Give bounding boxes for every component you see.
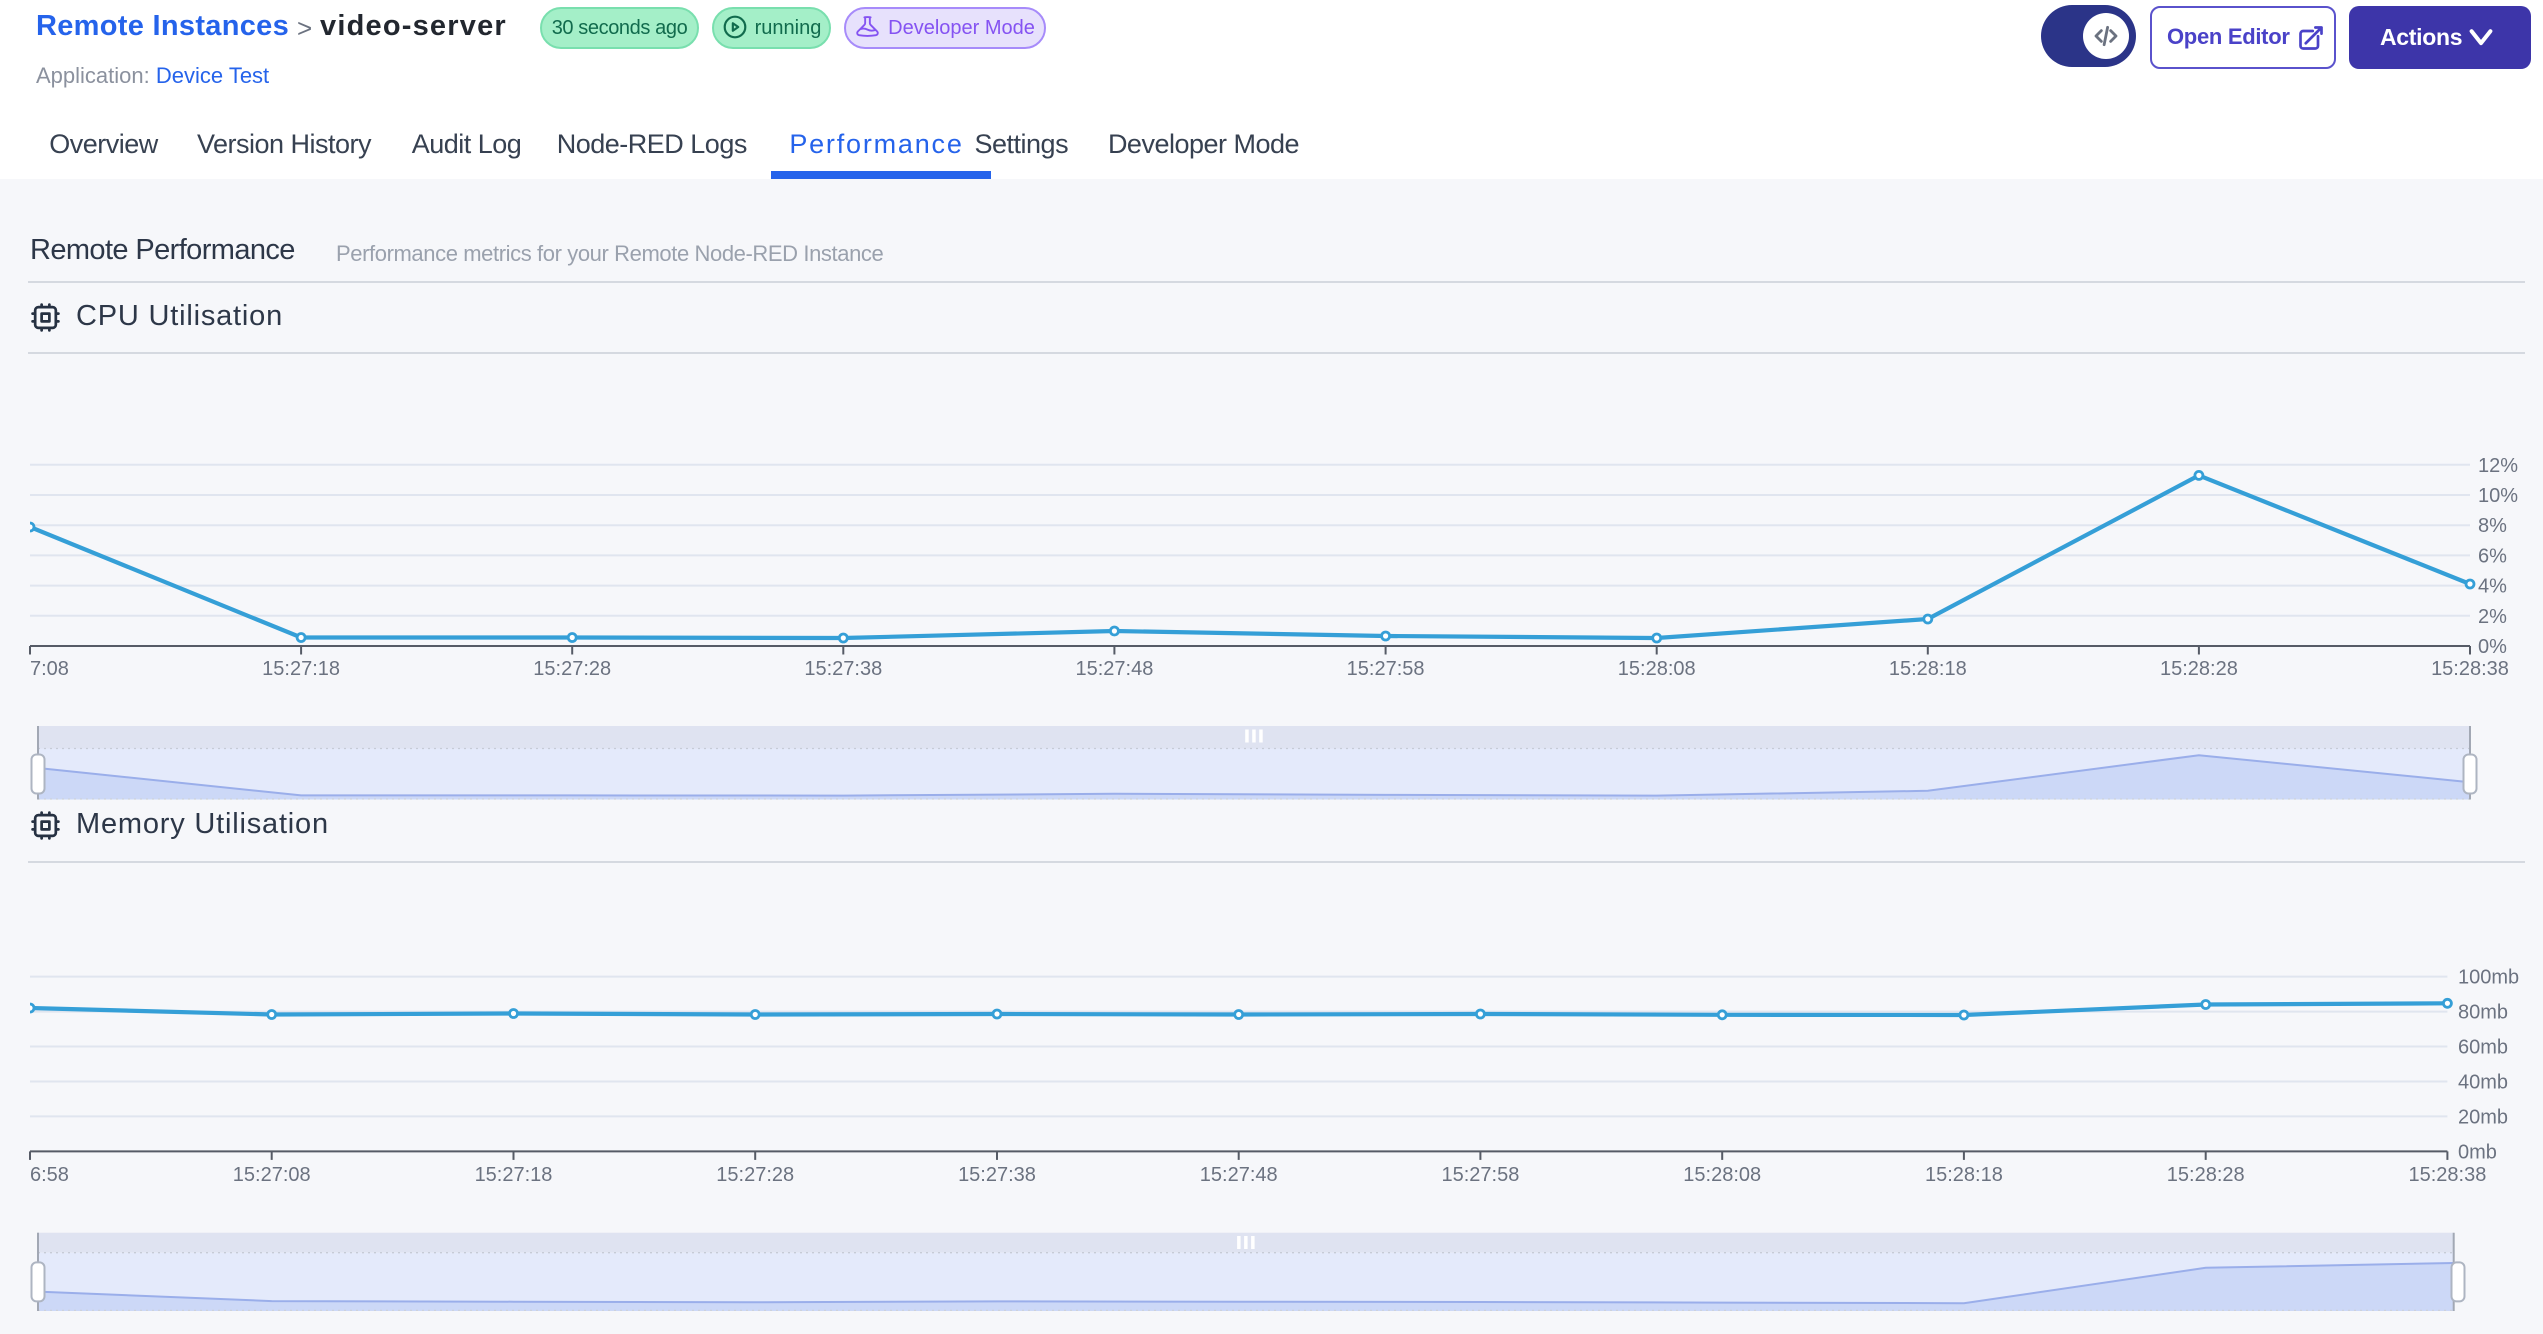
svg-text:80mb: 80mb bbox=[2458, 1002, 2508, 1024]
svg-text:15:27:18: 15:27:18 bbox=[475, 1164, 553, 1186]
svg-text:12%: 12% bbox=[2478, 455, 2518, 477]
svg-text:0mb: 0mb bbox=[2458, 1141, 2497, 1163]
svg-text:7:08: 7:08 bbox=[30, 658, 69, 680]
svg-text:8%: 8% bbox=[2478, 515, 2507, 537]
svg-text:15:28:18: 15:28:18 bbox=[1889, 658, 1967, 680]
svg-text:15:27:38: 15:27:38 bbox=[804, 658, 882, 680]
svg-text:6%: 6% bbox=[2478, 545, 2507, 567]
svg-text:15:27:18: 15:27:18 bbox=[262, 658, 340, 680]
svg-text:15:27:08: 15:27:08 bbox=[233, 1164, 311, 1186]
svg-text:15:27:38: 15:27:38 bbox=[958, 1164, 1036, 1186]
svg-text:6:58: 6:58 bbox=[30, 1164, 69, 1186]
svg-text:15:28:38: 15:28:38 bbox=[2408, 1164, 2486, 1186]
svg-text:15:28:08: 15:28:08 bbox=[1618, 658, 1696, 680]
svg-text:40mb: 40mb bbox=[2458, 1072, 2508, 1094]
svg-text:15:28:28: 15:28:28 bbox=[2160, 658, 2238, 680]
svg-text:15:27:28: 15:27:28 bbox=[533, 658, 611, 680]
svg-text:10%: 10% bbox=[2478, 485, 2518, 507]
svg-text:20mb: 20mb bbox=[2458, 1106, 2508, 1128]
svg-text:2%: 2% bbox=[2478, 606, 2507, 628]
svg-text:15:28:28: 15:28:28 bbox=[2167, 1164, 2245, 1186]
svg-text:100mb: 100mb bbox=[2458, 967, 2519, 989]
svg-text:15:27:48: 15:27:48 bbox=[1200, 1164, 1278, 1186]
svg-text:15:28:18: 15:28:18 bbox=[1925, 1164, 2003, 1186]
svg-text:15:27:48: 15:27:48 bbox=[1075, 658, 1153, 680]
svg-text:15:28:08: 15:28:08 bbox=[1683, 1164, 1761, 1186]
svg-text:60mb: 60mb bbox=[2458, 1037, 2508, 1059]
svg-text:15:28:38: 15:28:38 bbox=[2431, 658, 2509, 680]
svg-text:0%: 0% bbox=[2478, 636, 2507, 658]
svg-text:15:27:58: 15:27:58 bbox=[1441, 1164, 1519, 1186]
svg-text:15:27:58: 15:27:58 bbox=[1347, 658, 1425, 680]
svg-text:15:27:28: 15:27:28 bbox=[716, 1164, 794, 1186]
svg-text:4%: 4% bbox=[2478, 576, 2507, 598]
